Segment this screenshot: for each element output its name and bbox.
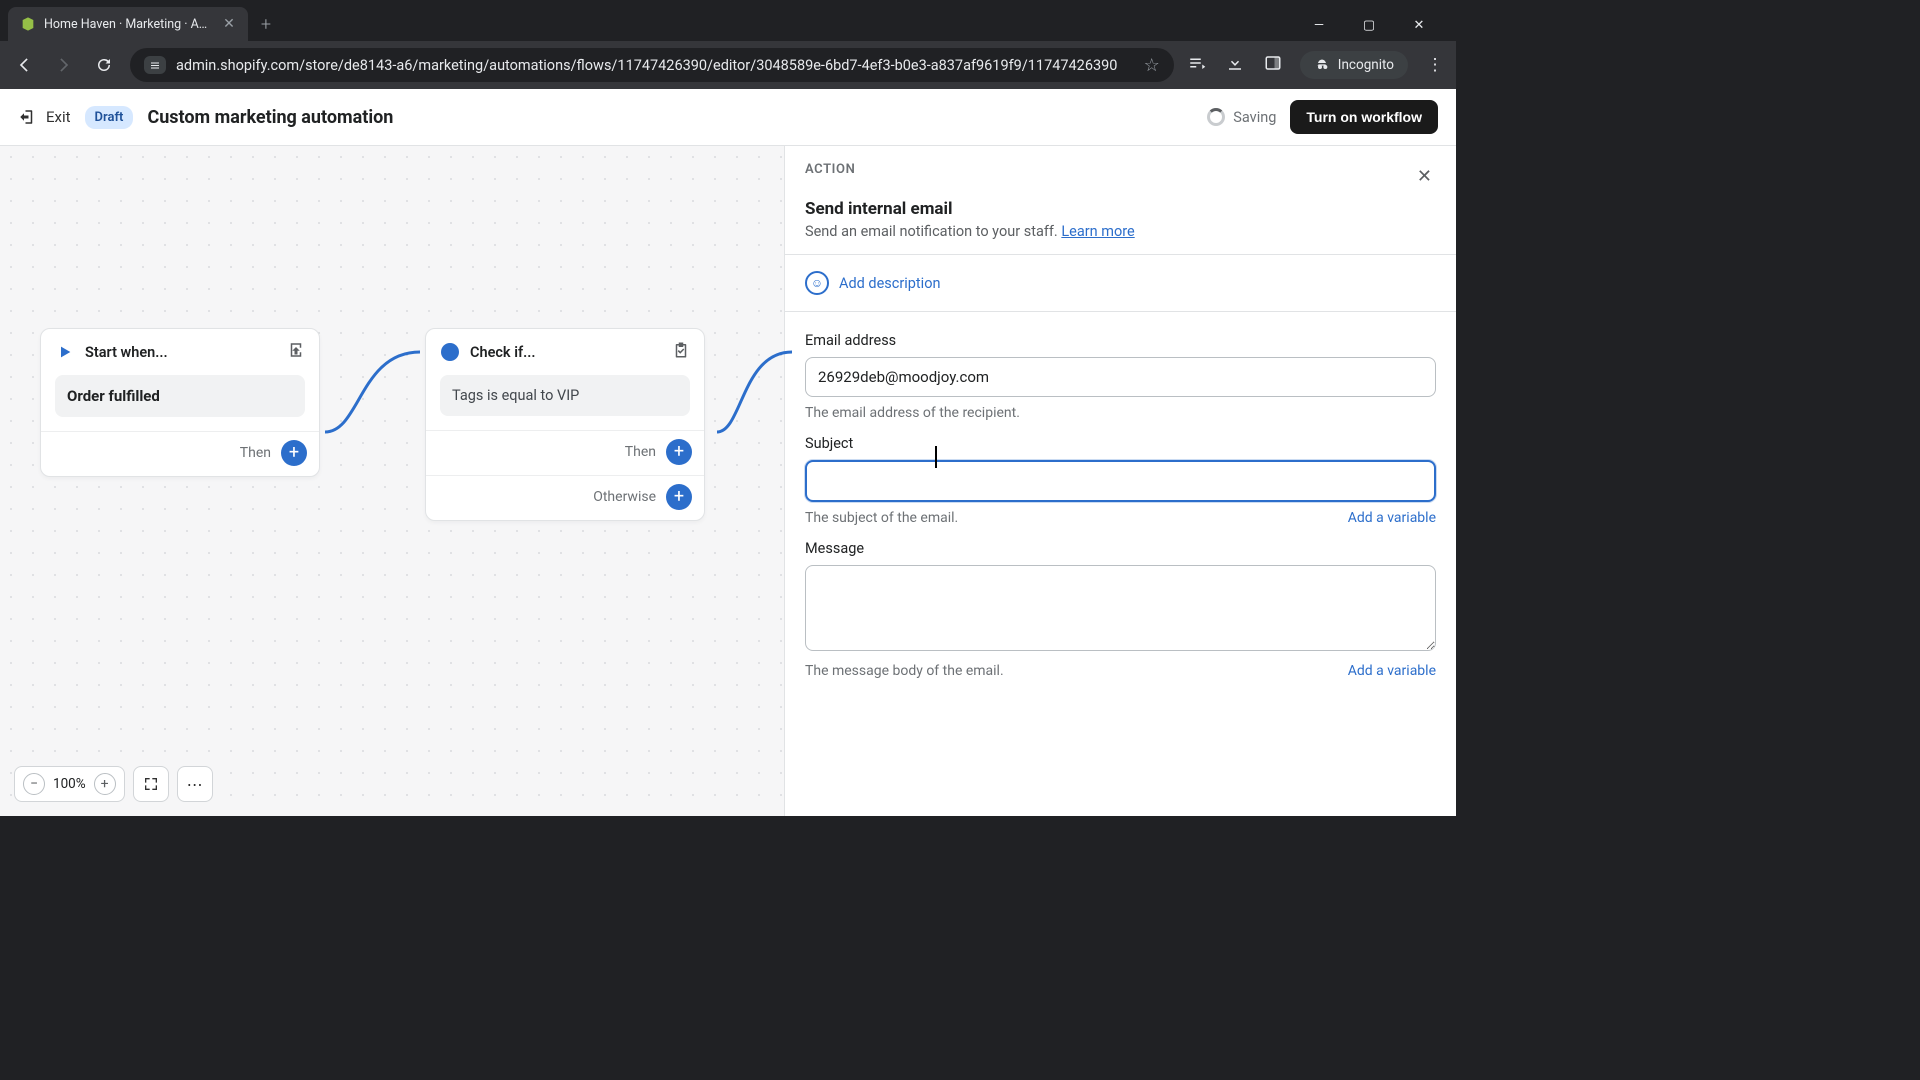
smiley-icon: ☺ xyxy=(805,271,829,295)
workflow-canvas[interactable]: Start when... Order fulfilled Then + C xyxy=(0,146,784,816)
subject-input[interactable] xyxy=(805,460,1436,502)
action-form: Email address The email address of the r… xyxy=(785,312,1456,679)
maximize-icon[interactable]: ▢ xyxy=(1354,18,1384,33)
action-side-panel: ACTION ✕ Send internal email Send an ema… xyxy=(784,146,1456,816)
email-help: The email address of the recipient. xyxy=(805,405,1020,421)
incognito-label: Incognito xyxy=(1338,57,1394,73)
toolbar-icons: Incognito ⋮ xyxy=(1186,51,1446,79)
add-otherwise-step-button[interactable]: + xyxy=(666,484,692,510)
more-tools-button[interactable]: ⋯ xyxy=(177,766,213,802)
zoom-out-button[interactable]: − xyxy=(23,773,45,795)
browser-tab[interactable]: Home Haven · Marketing · Auto ✕ xyxy=(8,7,248,41)
condition-card-title: Check if... xyxy=(470,344,535,361)
email-label: Email address xyxy=(805,332,1436,349)
address-bar: admin.shopify.com/store/de8143-a6/market… xyxy=(0,41,1456,89)
reload-button[interactable] xyxy=(90,51,118,79)
panel-subtitle: Send an email notification to your staff… xyxy=(785,219,1456,254)
site-info-icon[interactable] xyxy=(144,56,166,73)
minimize-icon[interactable]: ― xyxy=(1304,18,1334,33)
condition-otherwise-row: Otherwise + xyxy=(426,475,704,520)
turn-on-workflow-button[interactable]: Turn on workflow xyxy=(1290,100,1438,134)
browser-chrome: Home Haven · Marketing · Auto ✕ + ― ▢ ✕ … xyxy=(0,0,1456,89)
page-title: Custom marketing automation xyxy=(147,107,393,128)
sidepanel-icon[interactable] xyxy=(1262,54,1284,77)
tab-title: Home Haven · Marketing · Auto xyxy=(44,17,212,32)
exit-label: Exit xyxy=(46,108,71,126)
app-shell: Exit Draft Custom marketing automation S… xyxy=(0,89,1456,816)
then-label: Then xyxy=(240,445,271,461)
canvas-toolbar: − 100% + ⋯ xyxy=(14,766,213,802)
forward-button[interactable] xyxy=(50,51,78,79)
app-body: Start when... Order fulfilled Then + C xyxy=(0,146,1456,816)
saving-indicator: Saving xyxy=(1207,108,1276,126)
back-button[interactable] xyxy=(10,51,38,79)
condition-then-row: Then + xyxy=(426,430,704,475)
panel-kicker: ACTION xyxy=(805,162,855,177)
add-step-button[interactable]: + xyxy=(281,440,307,466)
bookmark-star-icon[interactable]: ☆ xyxy=(1144,55,1160,76)
play-icon xyxy=(55,342,75,362)
condition-card[interactable]: Check if... Tags is equal to VIP Then + … xyxy=(425,328,705,521)
add-then-step-button[interactable]: + xyxy=(666,439,692,465)
media-control-icon[interactable] xyxy=(1186,54,1208,77)
saving-label: Saving xyxy=(1233,109,1276,126)
add-description-button[interactable]: ☺ Add description xyxy=(785,255,1456,311)
learn-more-link[interactable]: Learn more xyxy=(1061,223,1134,240)
condition-dot-icon xyxy=(440,342,460,362)
subject-help: The subject of the email. xyxy=(805,510,958,526)
message-help: The message body of the email. xyxy=(805,663,1004,679)
tab-strip: Home Haven · Marketing · Auto ✕ + ― ▢ ✕ xyxy=(0,0,1456,41)
incognito-badge[interactable]: Incognito xyxy=(1300,51,1408,79)
zoom-control: − 100% + xyxy=(14,766,125,802)
close-window-icon[interactable]: ✕ xyxy=(1404,18,1434,33)
condition-expression: Tags is equal to VIP xyxy=(440,375,690,416)
zoom-level: 100% xyxy=(53,776,86,792)
message-textarea[interactable] xyxy=(805,565,1436,651)
kebab-menu-icon[interactable]: ⋮ xyxy=(1424,55,1446,75)
window-controls: ― ▢ ✕ xyxy=(1304,18,1448,41)
subject-label: Subject xyxy=(805,435,1436,452)
trigger-event: Order fulfilled xyxy=(55,375,305,417)
add-description-label: Add description xyxy=(839,275,940,292)
url-text: admin.shopify.com/store/de8143-a6/market… xyxy=(176,57,1134,74)
message-add-variable-link[interactable]: Add a variable xyxy=(1348,663,1436,679)
then-label-2: Then xyxy=(625,444,656,460)
trigger-then-row: Then + xyxy=(41,431,319,476)
exit-icon xyxy=(18,108,36,126)
otherwise-label: Otherwise xyxy=(593,489,656,505)
spinner-icon xyxy=(1207,108,1225,126)
exit-button[interactable]: Exit xyxy=(18,108,71,126)
trigger-card[interactable]: Start when... Order fulfilled Then + xyxy=(40,328,320,477)
shopify-favicon-icon xyxy=(20,16,36,32)
email-input[interactable] xyxy=(805,357,1436,397)
new-tab-button[interactable]: + xyxy=(252,10,280,38)
app-header: Exit Draft Custom marketing automation S… xyxy=(0,89,1456,146)
message-label: Message xyxy=(805,540,1436,557)
url-field[interactable]: admin.shopify.com/store/de8143-a6/market… xyxy=(130,48,1174,82)
draft-badge: Draft xyxy=(85,106,134,129)
downloads-icon[interactable] xyxy=(1224,54,1246,77)
close-tab-icon[interactable]: ✕ xyxy=(220,16,238,32)
import-icon[interactable] xyxy=(287,341,305,363)
panel-title: Send internal email xyxy=(785,199,1456,219)
trigger-card-title: Start when... xyxy=(85,344,168,361)
clipboard-icon[interactable] xyxy=(672,341,690,363)
close-panel-button[interactable]: ✕ xyxy=(1413,162,1436,191)
zoom-in-button[interactable]: + xyxy=(94,773,116,795)
fit-view-button[interactable] xyxy=(133,766,169,802)
subject-add-variable-link[interactable]: Add a variable xyxy=(1348,510,1436,526)
